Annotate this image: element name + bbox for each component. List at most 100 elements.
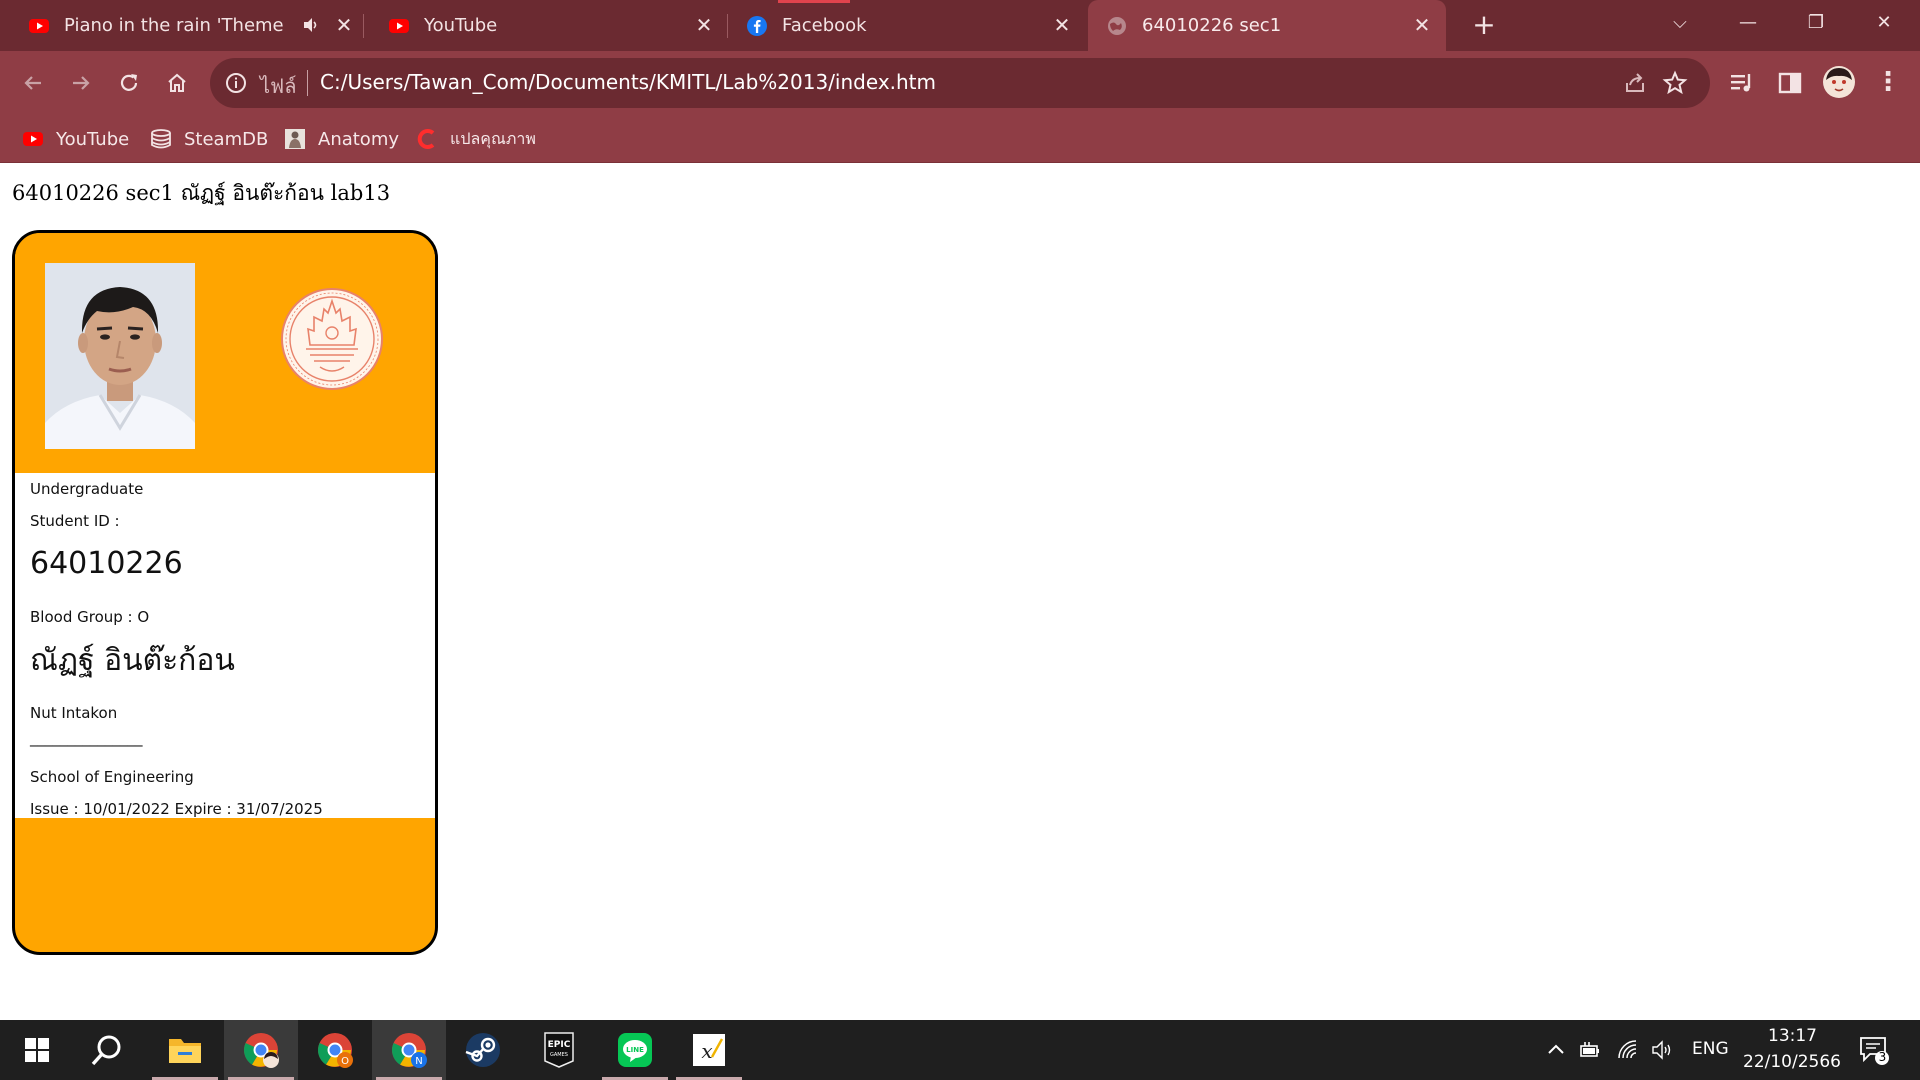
bookmark-steamdb[interactable]: SteamDB: [150, 125, 268, 153]
arrow-right-icon: [73, 76, 90, 90]
student-id-card: Undergraduate Student ID : 64010226 Bloo…: [12, 230, 438, 955]
close-window-button[interactable]: ✕: [1864, 8, 1904, 38]
bookmark-label: YouTube: [56, 128, 130, 150]
epic-games-icon: EPIC GAMES: [544, 1032, 574, 1068]
side-panel-icon[interactable]: [1776, 69, 1804, 97]
notification-count: 3: [1878, 1050, 1887, 1064]
svg-text:LINE: LINE: [626, 1046, 644, 1054]
chevron-up-icon[interactable]: [1544, 1038, 1568, 1062]
share-icon[interactable]: [1622, 70, 1648, 96]
facebook-icon: [747, 15, 767, 36]
info-icon[interactable]: [224, 71, 248, 95]
taskbar-xodo[interactable]: x: [672, 1020, 746, 1080]
battery-icon[interactable]: [1578, 1038, 1602, 1062]
tab-title: Facebook: [782, 15, 867, 36]
media-control-icon[interactable]: [1728, 69, 1756, 97]
forward-button[interactable]: [62, 64, 100, 102]
steamdb-icon: [151, 129, 171, 149]
clock-time[interactable]: 13:17: [1768, 1026, 1817, 1046]
chrome-n-icon: N: [392, 1033, 427, 1068]
taskbar-chrome-profile[interactable]: [224, 1020, 298, 1080]
home-button[interactable]: [158, 64, 196, 102]
file-explorer-icon: [169, 1039, 201, 1063]
bookmark-star-icon[interactable]: [1662, 70, 1688, 96]
taskbar-steam[interactable]: [446, 1020, 520, 1080]
restore-button[interactable]: ❐: [1796, 8, 1836, 38]
svg-text:N: N: [415, 1056, 422, 1067]
windows-taskbar: O N EPIC GAMES LINE x ENG 13:17 22/10/256…: [0, 1020, 1920, 1080]
speaker-icon[interactable]: [302, 16, 320, 34]
close-tab-icon[interactable]: ✕: [692, 13, 716, 37]
taskbar-chrome-n[interactable]: N: [372, 1020, 446, 1080]
volume-icon[interactable]: [1650, 1038, 1674, 1062]
chrome-profile-icon: [244, 1033, 279, 1068]
student-photo: [45, 263, 195, 449]
search-icon: [91, 1035, 121, 1066]
taskbar-chrome-o[interactable]: O: [298, 1020, 372, 1080]
clock-date[interactable]: 22/10/2566: [1743, 1052, 1841, 1072]
student-level: Undergraduate: [30, 480, 144, 498]
wifi-icon[interactable]: [1616, 1038, 1640, 1062]
profile-avatar-icon[interactable]: [1822, 65, 1856, 99]
tab-search-icon[interactable]: ⌵: [1660, 8, 1700, 38]
chrome-o-icon: O: [318, 1033, 353, 1068]
xodo-icon: x: [693, 1034, 725, 1066]
address-divider: [307, 70, 308, 96]
start-button[interactable]: [0, 1020, 74, 1080]
bookmark-label: แปลคุณภาพ: [450, 128, 536, 148]
svg-text:x: x: [701, 1039, 712, 1063]
url-text[interactable]: C:/Users/Tawan_Com/Documents/KMITL/Lab%2…: [320, 70, 936, 94]
card-header-band: [15, 233, 435, 473]
tab-youtube[interactable]: YouTube ✕: [370, 0, 728, 51]
globe-icon: [1108, 16, 1126, 35]
address-bar[interactable]: ไฟล์ C:/Users/Tawan_Com/Documents/KMITL/…: [210, 58, 1710, 108]
tab-active-page[interactable]: 64010226 sec1 ✕: [1088, 0, 1446, 51]
school-name: School of Engineering: [30, 768, 194, 786]
back-button[interactable]: [14, 64, 52, 102]
bookmark-label: SteamDB: [184, 128, 269, 150]
page-viewport: 64010226 sec1 ณัฏฐ์ อินต๊ะก้อน lab13 Und…: [0, 163, 1920, 1020]
youtube-icon: [389, 18, 409, 33]
close-tab-icon[interactable]: ✕: [1410, 13, 1434, 37]
taskbar-line[interactable]: LINE: [598, 1020, 672, 1080]
svg-text:O: O: [341, 1056, 349, 1067]
browser-toolbar: ไฟล์ C:/Users/Tawan_Com/Documents/KMITL/…: [0, 51, 1920, 115]
svg-text:GAMES: GAMES: [550, 1052, 568, 1058]
bookmarks-bar: YouTube SteamDB Anatomy แปลคุณภาพ: [0, 115, 1920, 163]
notification-center-button[interactable]: 3: [1858, 1034, 1890, 1066]
issue-expire-dates: Issue : 10/01/2022 Expire : 31/07/2025: [30, 800, 323, 818]
menu-kebab-icon[interactable]: ⋮: [1874, 69, 1902, 97]
line-icon: LINE: [618, 1033, 652, 1067]
taskbar-file-explorer[interactable]: [148, 1020, 222, 1080]
close-tab-icon[interactable]: ✕: [1050, 13, 1074, 37]
url-scheme-label: ไฟล์: [260, 74, 297, 98]
student-id-label: Student ID :: [30, 512, 120, 530]
signature-line: _______________: [30, 729, 143, 747]
input-language[interactable]: ENG: [1692, 1039, 1729, 1059]
start-icon: [25, 1038, 49, 1062]
bookmark-label: Anatomy: [318, 128, 400, 150]
bookmark-translate[interactable]: แปลคุณภาพ: [416, 125, 536, 153]
minimize-button[interactable]: —: [1728, 8, 1768, 38]
bookmark-anatomy[interactable]: Anatomy: [284, 125, 399, 153]
steam-icon: [465, 1033, 500, 1067]
svg-text:EPIC: EPIC: [548, 1040, 571, 1050]
tab-piano[interactable]: Piano in the rain 'Theme 105 ✕: [0, 0, 364, 51]
tab-separator: [727, 14, 728, 38]
close-tab-icon[interactable]: ✕: [332, 13, 356, 37]
card-details: Undergraduate Student ID : 64010226 Bloo…: [15, 473, 435, 818]
reload-button[interactable]: [110, 64, 148, 102]
tab-strip: Piano in the rain 'Theme 105 ✕ YouTube ✕…: [0, 0, 1920, 51]
student-portrait: [45, 263, 195, 449]
anatomy-icon: [285, 129, 305, 149]
new-tab-button[interactable]: +: [1468, 10, 1500, 42]
youtube-icon: [29, 18, 49, 33]
taskbar-epic-games[interactable]: EPIC GAMES: [522, 1020, 596, 1080]
search-button[interactable]: [70, 1020, 144, 1080]
bookmark-youtube[interactable]: YouTube: [22, 125, 129, 153]
tab-facebook[interactable]: Facebook ✕: [730, 0, 1086, 51]
tab-title: 64010226 sec1: [1142, 15, 1282, 36]
student-id-value: 64010226: [30, 546, 183, 581]
university-seal-icon: [281, 288, 383, 390]
blood-group: Blood Group : O: [30, 608, 150, 626]
